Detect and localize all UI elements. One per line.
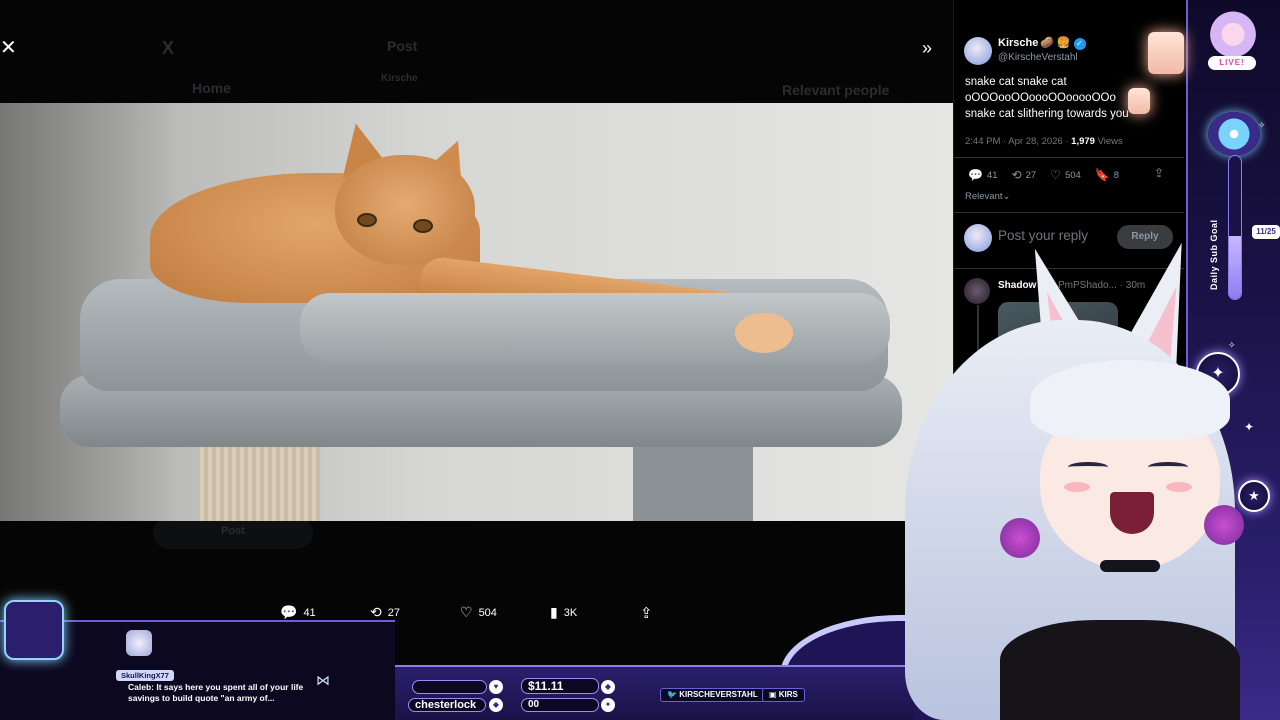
butterfly-icon: [1208, 112, 1260, 156]
ghost-post-button: Post: [153, 517, 313, 549]
expand-icon[interactable]: »: [922, 38, 932, 59]
media-action-bar: 💬 41 ⟲ 27 ♡ 504 ▮ 3K: [280, 604, 640, 621]
donation-amount: $11.11: [521, 678, 599, 694]
diamond-icon: ◆: [489, 698, 503, 712]
like-button[interactable]: ♡ 504: [1050, 168, 1081, 182]
author-badges: 🥔 🍔 ✓: [1040, 36, 1086, 50]
sub-goal-count: 11/25: [1252, 225, 1280, 239]
retweet-icon: ⟲: [370, 604, 382, 620]
spark-icon: ✦: [601, 698, 615, 712]
reply-avatar[interactable]: [964, 278, 990, 304]
cat-box-icon: [4, 600, 64, 660]
media-views-button[interactable]: ▮ 3K: [550, 604, 640, 621]
heart-icon: ♡: [1050, 168, 1061, 182]
nav-home: Home: [192, 80, 231, 96]
counter-value: 00: [521, 698, 599, 712]
twitch-icon: ▣: [769, 690, 779, 699]
twitter-handle-tag: 🐦 KIRSCHEVERSTAHL: [660, 688, 765, 702]
user-avatar: [964, 224, 992, 252]
reply-sort-dropdown[interactable]: Relevant⌄: [965, 191, 1010, 202]
cat-head: [335, 155, 475, 265]
live-badge: LIVE!: [1208, 56, 1256, 70]
share-icon[interactable]: ⇪: [1154, 166, 1164, 180]
ghost-author: Kirsche: [381, 73, 418, 84]
reply-input[interactable]: Post your reply: [998, 228, 1088, 243]
reply-icon: 💬: [280, 604, 298, 620]
close-icon[interactable]: ✕: [0, 38, 17, 58]
relevant-people-title: Relevant people: [782, 82, 890, 98]
x-logo: X: [162, 38, 175, 58]
heart-icon: ♡: [460, 604, 473, 620]
views-icon: ▮: [550, 604, 558, 620]
chat-message: Caleb: It says here you spent all of you…: [128, 682, 304, 703]
chat-avatar: [126, 630, 152, 656]
cat-photo: [0, 103, 953, 521]
lantern-small-icon: [1128, 88, 1150, 114]
gem-icon: ◆: [601, 680, 615, 694]
author-avatar[interactable]: [964, 37, 992, 65]
heart-icon: ♥: [489, 680, 503, 694]
media-like-button[interactable]: ♡ 504: [460, 604, 550, 621]
twitch-handle-tag: ▣ KIRS: [762, 688, 805, 702]
bookmark-button[interactable]: 🔖 8: [1095, 168, 1119, 182]
retweet-button[interactable]: ⟲ 27: [1012, 168, 1037, 182]
bow-decoration: [1206, 8, 1260, 56]
reply-button[interactable]: 💬 41: [968, 168, 998, 182]
cat-paw: [735, 313, 793, 353]
sub-goal-fill: [1229, 236, 1241, 299]
chat-username: SkullKingX77: [116, 670, 174, 681]
lantern-icon: [1148, 32, 1184, 74]
share-icon[interactable]: ⇪: [640, 604, 653, 622]
reply-icon: 💬: [968, 168, 983, 182]
media-reply-button[interactable]: 💬 41: [280, 604, 370, 621]
bookmark-icon: 🔖: [1094, 168, 1110, 182]
latest-follower: chesterlock: [408, 698, 486, 712]
bits-bar: [412, 680, 487, 694]
tweet-stats: 💬 41 ⟲ 27 ♡ 504 🔖 8: [968, 168, 1133, 182]
author-handle[interactable]: @KirscheVerstahl: [998, 52, 1078, 63]
retweet-icon: ⟲: [1011, 168, 1022, 182]
media-retweet-button[interactable]: ⟲ 27: [370, 604, 460, 621]
star-orb-icon: ★: [1238, 480, 1270, 512]
sub-goal-progress: [1228, 155, 1242, 300]
post-header-title: Post: [387, 38, 418, 54]
bow-icon: ⋈: [316, 672, 330, 688]
verified-icon: ✓: [1073, 38, 1086, 50]
tweet-timestamp: 2:44 PM · Apr 28, 2026 · 1,979 Views: [965, 136, 1123, 147]
author-name[interactable]: Kirsche: [998, 37, 1038, 49]
twitter-icon: 🐦: [667, 690, 680, 699]
